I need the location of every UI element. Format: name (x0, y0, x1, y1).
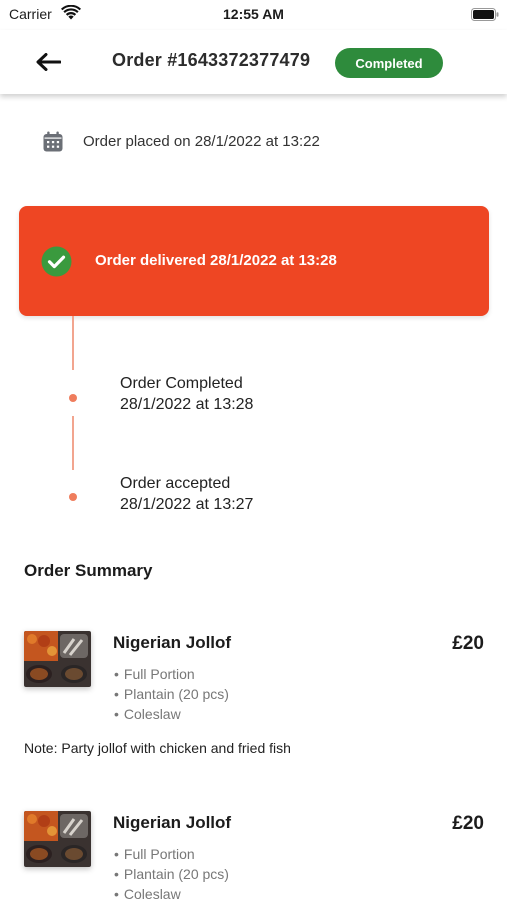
calendar-icon (43, 131, 63, 151)
timeline-entry: Order Completed 28/1/2022 at 13:28 (120, 373, 253, 415)
arrow-left-icon (36, 53, 61, 71)
item-name: Nigerian Jollof (113, 633, 232, 652)
check-icon (41, 246, 72, 277)
item-options: Full Portion Plantain (20 pcs) Coleslaw (114, 664, 229, 724)
order-title: Order #1643372377479 (112, 50, 311, 70)
timeline-connector (72, 416, 74, 470)
food-image (24, 811, 91, 867)
timeline-entry-title: Order Completed (120, 375, 243, 392)
item-option: Plantain (20 pcs) (114, 864, 229, 884)
timeline-entry: Order accepted 28/1/2022 at 13:27 (120, 473, 253, 515)
delivered-text: Order delivered 28/1/2022 at 13:28 (95, 252, 337, 269)
clock: 12:55 AM (223, 6, 284, 22)
battery-icon (471, 8, 499, 21)
app-header: Order #1643372377479 Completed (0, 30, 507, 94)
back-button[interactable] (30, 48, 66, 76)
item-note: Note: Party jollof with chicken and frie… (24, 740, 291, 756)
timeline-entry-time: 28/1/2022 at 13:27 (120, 496, 254, 513)
item-price: £20 (452, 633, 484, 654)
item-option: Full Portion (114, 844, 229, 864)
item-price: £20 (452, 813, 484, 834)
order-summary-title: Order Summary (24, 561, 153, 580)
timeline-dot (69, 493, 77, 501)
timeline-connector (72, 316, 74, 370)
timeline-entry-time: 28/1/2022 at 13:28 (120, 396, 254, 413)
order-placed-row: Order placed on 28/1/2022 at 13:22 (43, 130, 320, 152)
status-bar: Carrier 12:55 AM (0, 0, 507, 30)
item-option: Full Portion (114, 664, 229, 684)
timeline-entry-title: Order accepted (120, 475, 231, 492)
status-badge: Completed (335, 48, 443, 78)
timeline-dot (69, 394, 77, 402)
food-image (24, 631, 91, 687)
order-detail-screen: Carrier 12:55 AM Order #1643372377479 Co… (0, 0, 507, 900)
order-placed-text: Order placed on 28/1/2022 at 13:22 (83, 132, 320, 150)
item-option: Coleslaw (114, 704, 229, 724)
item-options: Full Portion Plantain (20 pcs) Coleslaw (114, 844, 229, 900)
item-option: Plantain (20 pcs) (114, 684, 229, 704)
item-option: Coleslaw (114, 884, 229, 900)
item-name: Nigerian Jollof (113, 813, 232, 832)
delivered-status-card: Order delivered 28/1/2022 at 13:28 (19, 206, 489, 316)
